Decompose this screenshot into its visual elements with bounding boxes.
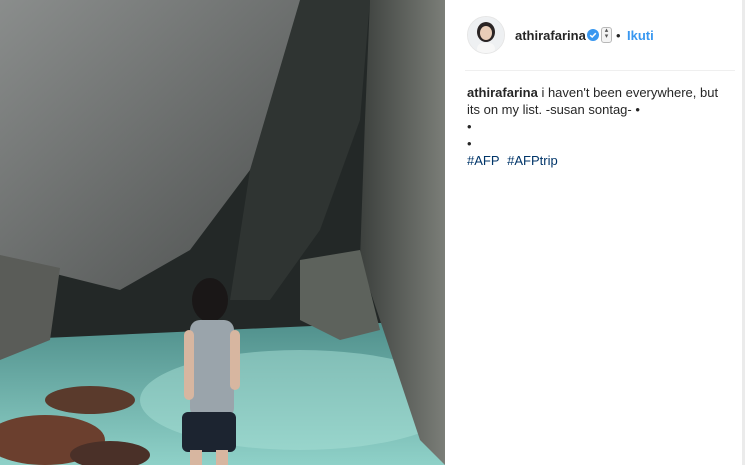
hashtag-link[interactable]: #AFPtrip	[507, 153, 558, 168]
username-link[interactable]: athirafarina	[515, 28, 586, 43]
post-photo[interactable]	[0, 0, 445, 465]
post-side-panel: athirafarina ▴ ▾ • Ikuti athirafarina i h…	[445, 0, 745, 465]
divider	[465, 70, 735, 71]
caption-line: •	[467, 119, 472, 134]
post-caption: athirafarina i haven't been everywhere, …	[467, 84, 729, 169]
follow-button[interactable]: Ikuti	[627, 28, 654, 43]
verified-badge-icon	[587, 28, 599, 41]
cave-photo-illustration	[0, 0, 445, 465]
hashtag-list: #AFP #AFPtrip	[467, 152, 729, 169]
caption-line: •	[467, 136, 472, 151]
hashtag-link[interactable]: #AFP	[467, 153, 500, 168]
updown-toggle-icon[interactable]: ▴ ▾	[601, 27, 612, 43]
caption-username[interactable]: athirafarina	[467, 85, 538, 100]
avatar[interactable]	[467, 16, 505, 54]
separator-dot: •	[616, 28, 621, 43]
avatar-image	[468, 17, 504, 53]
post-header: athirafarina ▴ ▾ • Ikuti	[445, 0, 745, 70]
